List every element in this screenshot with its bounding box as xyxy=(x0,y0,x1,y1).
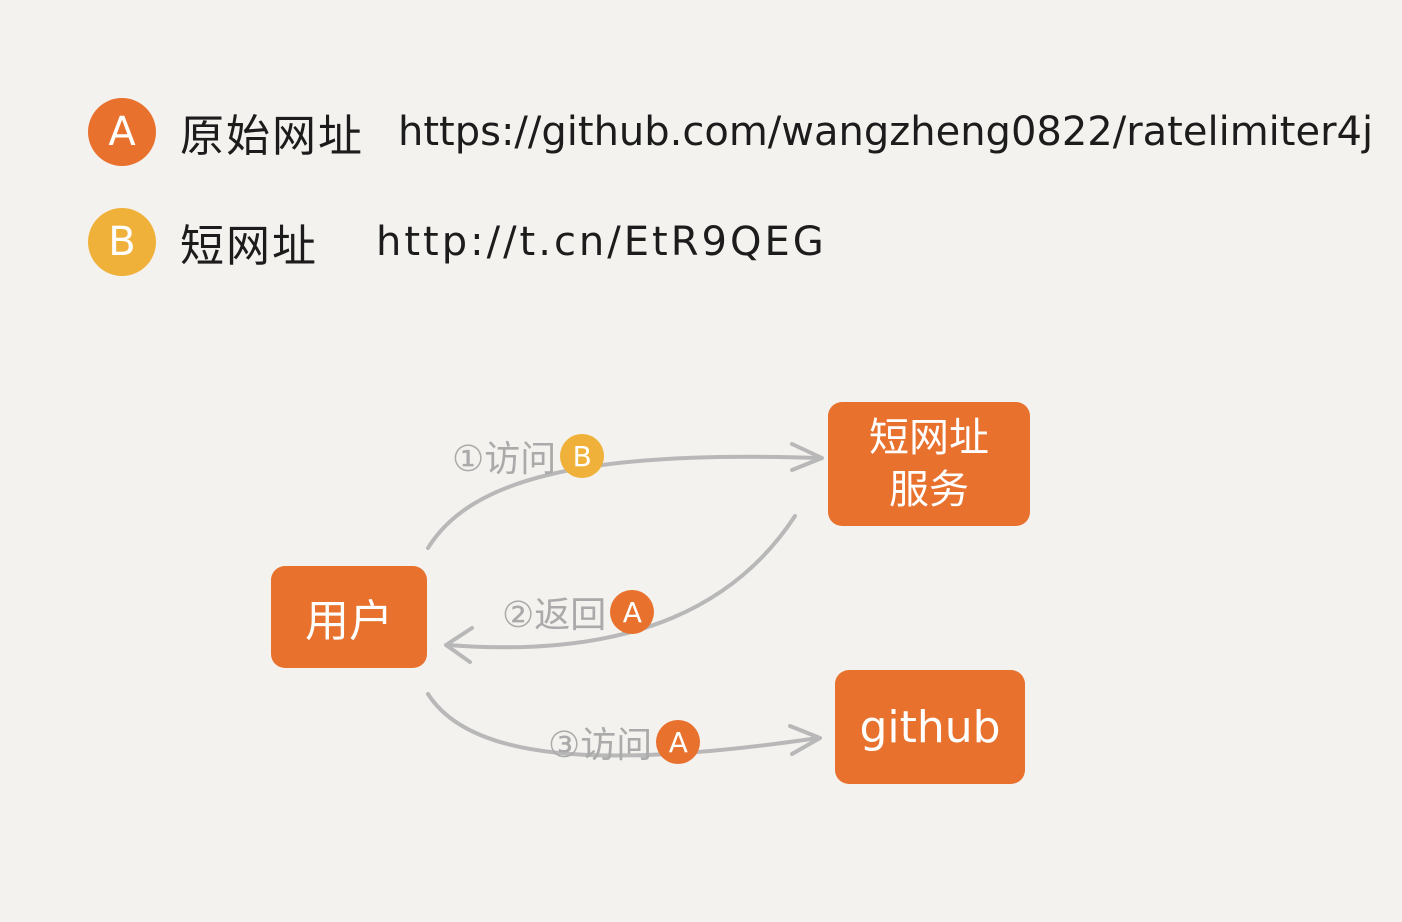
step1-badge-b: B xyxy=(560,434,605,478)
step3-text: ③访问 xyxy=(548,725,653,766)
short-url-service-node: 短网址 服务 xyxy=(828,402,1030,526)
flow-arrows xyxy=(426,442,824,758)
github-node: github xyxy=(835,670,1025,784)
user-node: 用户 xyxy=(271,566,427,668)
step2-text: ②返回 xyxy=(502,595,607,636)
github-node-label: github xyxy=(859,701,1001,753)
step1-text: ①访问 xyxy=(452,439,557,480)
edge-label-step2: ②返回 A xyxy=(502,586,655,638)
edge-label-step1: ①访问 B xyxy=(452,430,605,482)
step3-badge-a: A xyxy=(656,720,701,764)
user-node-label: 用户 xyxy=(305,596,393,647)
service-node-line2: 服务 xyxy=(889,467,969,513)
service-node-line1: 短网址 xyxy=(869,415,989,461)
edge-label-step3: ③访问 A xyxy=(548,716,701,768)
step2-badge-a: A xyxy=(610,590,655,634)
